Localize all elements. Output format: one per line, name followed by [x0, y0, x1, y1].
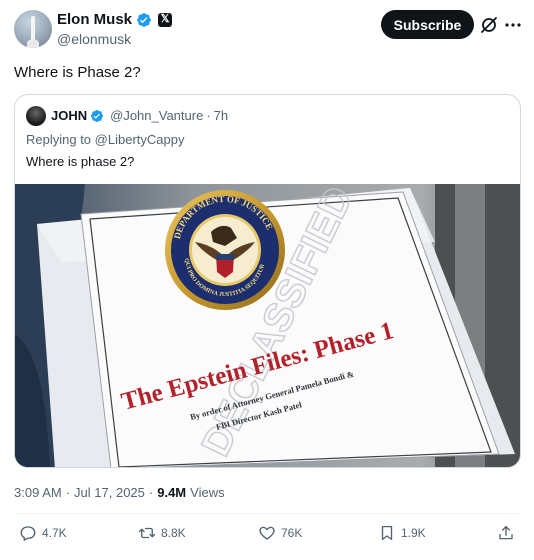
heart-icon	[259, 526, 275, 540]
tweet-time[interactable]: 3:09 AM	[14, 485, 62, 500]
share-button[interactable]	[497, 524, 515, 542]
quote-author-avatar[interactable]	[26, 106, 46, 126]
bookmark-count: 1.9K	[401, 526, 426, 540]
bookmark-button[interactable]: 1.9K	[378, 524, 426, 542]
reply-count: 4.7K	[42, 526, 67, 540]
divider	[14, 513, 520, 514]
repost-button[interactable]: 8.8K	[138, 524, 186, 542]
action-bar: 4.7K 8.8K 76K 1.9K	[0, 524, 534, 552]
views-label: Views	[190, 485, 225, 500]
grok-icon[interactable]	[479, 15, 499, 35]
replying-prefix: Replying to	[26, 132, 92, 147]
subscribe-button[interactable]: Subscribe	[381, 10, 474, 39]
quote-timestamp[interactable]: 7h	[214, 108, 228, 123]
quote-handle[interactable]: @John_Vanture	[110, 108, 203, 123]
verified-badge-icon	[91, 109, 104, 122]
quote-replying-to: Replying to @LibertyCappy	[26, 132, 184, 147]
verified-badge-icon	[137, 12, 151, 27]
views-count: 9.4M	[157, 485, 187, 500]
repost-count: 8.8K	[161, 526, 186, 540]
author-avatar[interactable]	[14, 10, 52, 48]
replying-mention-link[interactable]: @LibertyCappy	[95, 132, 185, 147]
author-handle[interactable]: @elonmusk	[57, 31, 131, 47]
quote-separator: ·	[206, 108, 211, 123]
x-logo-icon[interactable]: 𝕏	[158, 12, 173, 27]
tweet-text: Where is Phase 2?	[14, 64, 141, 81]
more-icon[interactable]	[503, 15, 523, 35]
reply-icon	[20, 526, 36, 541]
quote-text: Where is phase 2?	[26, 154, 135, 169]
quote-header: JOHN @John_Vanture · 7h	[51, 108, 228, 123]
author-display-name[interactable]: Elon Musk	[57, 11, 132, 28]
like-count: 76K	[281, 526, 303, 540]
tweet-meta: 3:09 AM · Jul 17, 2025 · 9.4M Views	[14, 485, 225, 500]
author-name-row: Elon Musk 𝕏	[57, 11, 173, 28]
quote-media-image[interactable]: DEPARTMENT OF JUSTICE QUI PRO DOMINA JUS…	[15, 184, 520, 467]
tweet-date[interactable]: Jul 17, 2025	[74, 485, 145, 500]
meta-separator: ·	[65, 485, 71, 500]
share-icon	[499, 525, 513, 540]
reply-button[interactable]: 4.7K	[19, 524, 67, 542]
meta-separator: ·	[148, 485, 154, 500]
document-photo: DEPARTMENT OF JUSTICE QUI PRO DOMINA JUS…	[15, 184, 520, 467]
bookmark-icon	[381, 525, 393, 541]
repost-icon	[138, 527, 156, 539]
quoted-tweet[interactable]: JOHN @John_Vanture · 7h Replying to @Lib…	[14, 94, 521, 468]
quote-display-name[interactable]: JOHN	[51, 108, 87, 123]
avatar-plume-shape	[27, 39, 39, 48]
like-button[interactable]: 76K	[258, 524, 302, 542]
